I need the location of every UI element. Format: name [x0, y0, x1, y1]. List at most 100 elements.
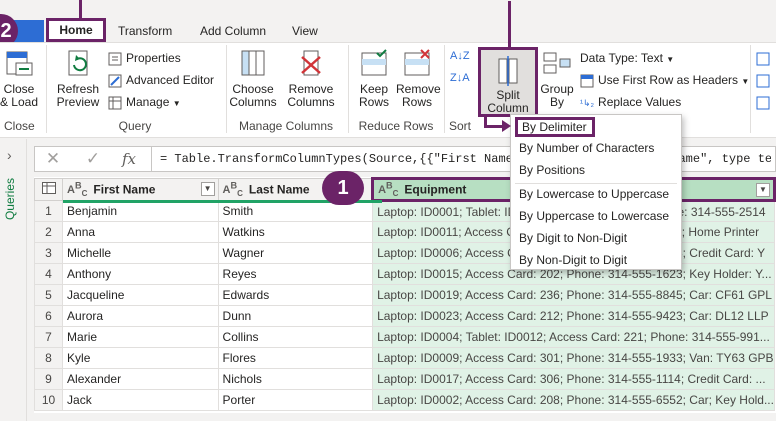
split-arrow-line: [484, 125, 502, 128]
refresh-preview-button[interactable]: Refresh Preview: [52, 49, 104, 109]
menu-item-by-positions[interactable]: By Positions: [515, 160, 585, 180]
sort-descending-button[interactable]: Z↓A: [450, 69, 470, 89]
cell-last-name[interactable]: Nichols: [217, 368, 374, 390]
table-row[interactable]: 5 Jacqueline Edwards Laptop: ID0019; Access…: [33, 284, 775, 306]
cell-first-name[interactable]: Kyle: [62, 347, 219, 369]
cell-first-name[interactable]: Jacqueline: [62, 284, 219, 306]
cell-last-name[interactable]: Wagner: [217, 242, 374, 264]
split-callout-line: [508, 1, 511, 47]
close-load-button[interactable]: Close & Load: [0, 49, 40, 109]
chevron-right-icon[interactable]: ›: [7, 147, 12, 163]
group-by-button[interactable]: Group By: [540, 49, 574, 109]
table-select-all[interactable]: [33, 178, 64, 201]
table-row[interactable]: 9 Alexander Nichols Laptop: ID0017; Access …: [33, 368, 775, 390]
row-number[interactable]: 10: [33, 389, 64, 411]
split-column-menu: By Delimiter By Number of Characters By …: [510, 114, 682, 270]
text-type-icon[interactable]: ABC: [223, 181, 243, 199]
confirm-icon[interactable]: ✓: [79, 149, 107, 169]
use-first-row-button[interactable]: Use First Row as Headers ▼: [580, 71, 749, 91]
keep-rows-button[interactable]: Keep Rows: [352, 49, 396, 109]
row-number[interactable]: 9: [33, 368, 64, 390]
merge-icon[interactable]: [756, 93, 774, 113]
row-number[interactable]: 4: [33, 263, 64, 285]
table-row[interactable]: 6 Aurora Dunn Laptop: ID0023; Access Card: …: [33, 305, 775, 327]
tab-transform[interactable]: Transform: [118, 22, 172, 42]
cell-first-name[interactable]: Marie: [62, 326, 219, 348]
menu-item-digit-to-non-digit[interactable]: By Digit to Non-Digit: [515, 228, 627, 248]
cell-first-name[interactable]: Anna: [62, 221, 219, 243]
keep-rows-icon: [361, 49, 387, 76]
table-row[interactable]: 8 Kyle Flores Laptop: ID0009; Access Card: …: [33, 347, 775, 369]
manage-button[interactable]: Manage ▼: [108, 93, 181, 113]
remove-columns-button[interactable]: Remove Columns: [284, 49, 338, 109]
row-number[interactable]: 2: [33, 221, 64, 243]
filter-dropdown-icon[interactable]: ▼: [200, 182, 215, 196]
menu-item-lowercase-to-uppercase[interactable]: By Lowercase to Uppercase: [515, 184, 669, 204]
cell-last-name[interactable]: Dunn: [217, 305, 374, 327]
row-number[interactable]: 6: [33, 305, 64, 327]
filter-dropdown-icon[interactable]: ▼: [756, 183, 770, 197]
append-icon[interactable]: [756, 71, 774, 91]
text-type-icon[interactable]: ABC: [67, 181, 87, 199]
row-number[interactable]: 8: [33, 347, 64, 369]
cell-equipment[interactable]: Laptop: ID0009; Access Card: 301; Phone:…: [372, 347, 775, 369]
menu-item-by-delimiter[interactable]: By Delimiter: [515, 117, 595, 137]
query-group-label: Query: [118, 119, 152, 133]
row-number[interactable]: 7: [33, 326, 64, 348]
remove-rows-icon: [404, 49, 430, 76]
menu-item-non-digit-to-digit[interactable]: By Non-Digit to Digit: [515, 250, 627, 270]
ribbon-divider: [226, 45, 227, 133]
cell-last-name[interactable]: Watkins: [217, 221, 374, 243]
cell-last-name[interactable]: Collins: [217, 326, 374, 348]
cell-first-name[interactable]: Michelle: [62, 242, 219, 264]
text-type-icon[interactable]: ABC: [378, 181, 398, 199]
manage-columns-group-label: Manage Columns: [238, 119, 334, 133]
sort-ascending-icon: A↓Z: [450, 50, 470, 62]
tab-home[interactable]: Home: [46, 18, 106, 42]
split-column-button[interactable]: Split Column: [478, 47, 538, 117]
choose-columns-button[interactable]: Choose Columns: [228, 49, 278, 109]
close-load-icon: [6, 51, 33, 76]
ribbon-divider: [46, 45, 47, 133]
chevron-down-icon: ▼: [172, 99, 181, 108]
combine-icon[interactable]: [756, 49, 774, 69]
cell-last-name[interactable]: Reyes: [217, 263, 374, 285]
data-type-dropdown[interactable]: Data Type: Text ▼: [580, 49, 674, 69]
menu-item-uppercase-to-lowercase[interactable]: By Uppercase to Lowercase: [515, 206, 669, 226]
cell-first-name[interactable]: Alexander: [62, 368, 219, 390]
cell-equipment[interactable]: Laptop: ID0004; Tablet: ID0012; Access C…: [372, 326, 775, 348]
cell-first-name[interactable]: Aurora: [62, 305, 219, 327]
cell-first-name[interactable]: Benjamin: [62, 200, 219, 222]
column-header-first-name[interactable]: ABC First Name ▼: [62, 178, 219, 201]
cell-last-name[interactable]: Porter: [217, 389, 374, 411]
cell-first-name[interactable]: Jack: [62, 389, 219, 411]
properties-button[interactable]: Properties: [108, 49, 181, 69]
cell-equipment[interactable]: Laptop: ID0023; Access Card: 212; Phone:…: [372, 305, 775, 327]
tab-add-column[interactable]: Add Column: [200, 22, 266, 42]
refresh-icon: [68, 50, 88, 76]
remove-columns-icon: [301, 50, 321, 76]
callout-2-line: [79, 0, 82, 18]
cancel-icon[interactable]: ✕: [39, 149, 67, 169]
row-number[interactable]: 3: [33, 242, 64, 264]
table-row[interactable]: 10 Jack Porter Laptop: ID0002; Access Card:…: [33, 389, 775, 411]
close-group-label: Close: [4, 119, 35, 133]
cell-equipment[interactable]: Laptop: ID0017; Access Card: 306; Phone:…: [372, 368, 775, 390]
queries-pane-label[interactable]: Queries: [3, 178, 17, 220]
remove-rows-button[interactable]: Remove Rows: [396, 49, 441, 109]
table-row[interactable]: 7 Marie Collins Laptop: ID0004; Tablet: ID0…: [33, 326, 775, 348]
cell-last-name[interactable]: Flores: [217, 347, 374, 369]
sort-ascending-button[interactable]: A↓Z: [450, 47, 470, 67]
cell-first-name[interactable]: Anthony: [62, 263, 219, 285]
reduce-rows-group-label: Reduce Rows: [358, 119, 434, 133]
advanced-editor-button[interactable]: Advanced Editor: [108, 71, 214, 91]
cell-last-name[interactable]: Edwards: [217, 284, 374, 306]
row-number[interactable]: 1: [33, 200, 64, 222]
tab-view[interactable]: View: [292, 22, 318, 42]
cell-equipment[interactable]: Laptop: ID0002; Access Card: 208; Phone:…: [372, 389, 775, 411]
cell-equipment[interactable]: Laptop: ID0019; Access Card: 236; Phone:…: [372, 284, 775, 306]
replace-values-button[interactable]: ¹↳₂ Replace Values: [580, 93, 681, 113]
menu-item-by-number-of-characters[interactable]: By Number of Characters: [515, 138, 654, 158]
fx-icon[interactable]: fx: [115, 149, 143, 169]
row-number[interactable]: 5: [33, 284, 64, 306]
